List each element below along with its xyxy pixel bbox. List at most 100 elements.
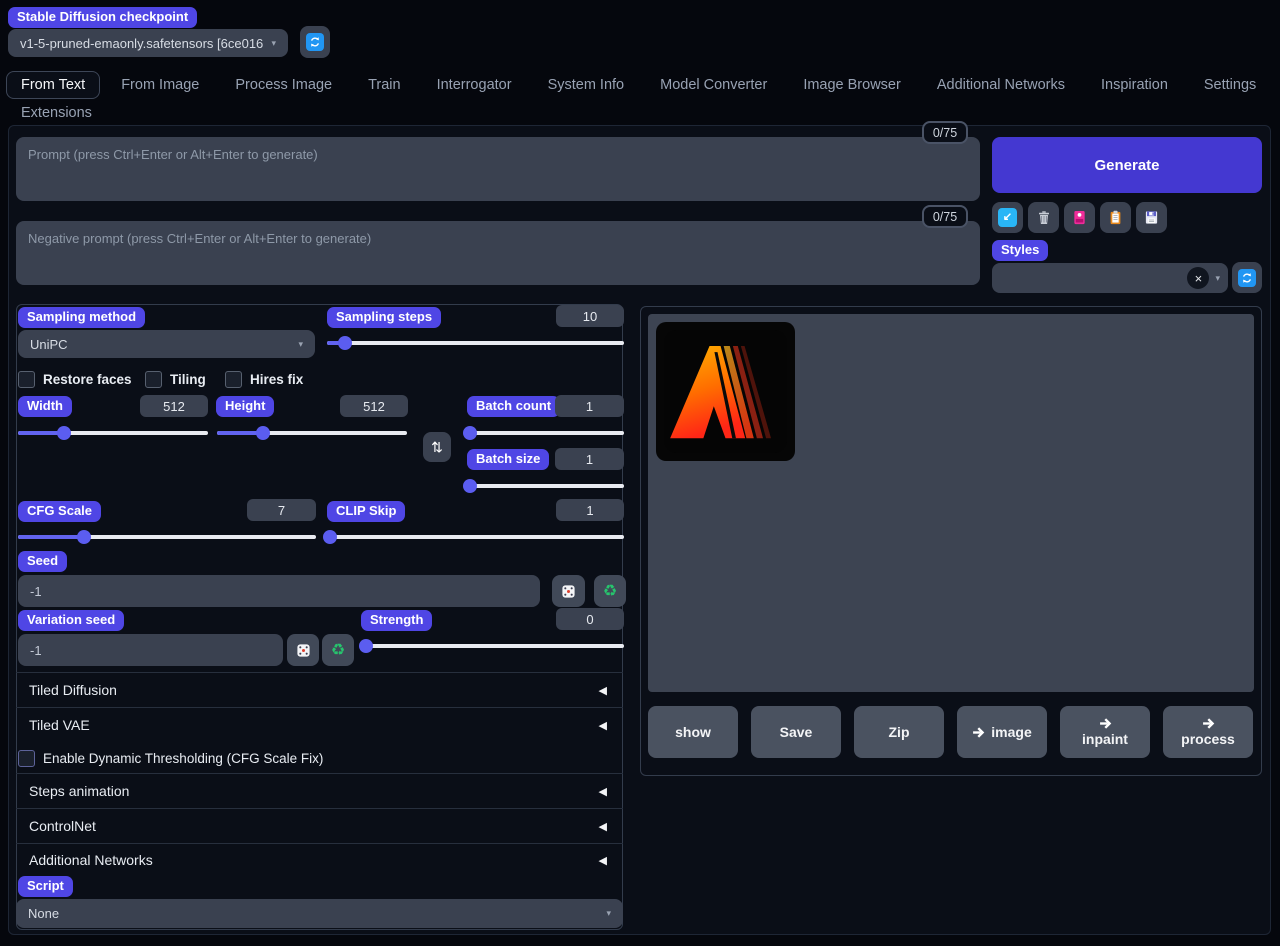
generated-image-logo [664, 330, 787, 453]
gallery-thumbnail[interactable] [656, 322, 795, 461]
chevron-down-icon: ▾ [298, 339, 303, 350]
strength-value[interactable]: 0 [556, 608, 624, 630]
slider-thumb[interactable] [463, 479, 477, 493]
tab-train[interactable]: Train [353, 71, 416, 99]
sampling-method-label: Sampling method [18, 307, 145, 328]
cfg-scale-value[interactable]: 7 [247, 499, 316, 521]
slider-thumb[interactable] [338, 336, 352, 350]
restore-faces-checkbox[interactable]: Restore faces [18, 371, 132, 388]
tab-system-info[interactable]: System Info [533, 71, 640, 99]
save-button[interactable]: Save [751, 706, 841, 758]
tab-settings[interactable]: Settings [1189, 71, 1271, 99]
batch-count-value[interactable]: 1 [555, 395, 624, 417]
dynamic-thresholding-checkbox[interactable]: Enable Dynamic Thresholding (CFG Scale F… [18, 750, 323, 767]
accordion-additional-networks[interactable]: Additional Networks ◀ [16, 843, 623, 876]
tab-image-browser[interactable]: Image Browser [788, 71, 916, 99]
apply-styles-button[interactable] [1100, 202, 1131, 233]
tab-from-image[interactable]: From Image [106, 71, 214, 99]
batch-count-slider[interactable] [467, 426, 624, 440]
clear-styles-icon[interactable]: × [1187, 267, 1209, 289]
slider-track [327, 341, 624, 345]
seed-label: Seed [18, 551, 67, 572]
styles-select[interactable]: × ▾ [992, 263, 1228, 293]
cfg-scale-slider[interactable] [18, 530, 316, 544]
seed-input[interactable] [18, 575, 540, 607]
checkpoint-select[interactable]: v1-5-pruned-emaonly.safetensors [6ce016 … [8, 29, 288, 57]
send-to-image-button[interactable]: image [957, 706, 1047, 758]
collapse-arrow-icon: ◀ [599, 785, 607, 798]
tab-extensions[interactable]: Extensions [6, 99, 107, 127]
cfg-scale-label: CFG Scale [18, 501, 101, 522]
arrow-right-icon [972, 727, 985, 738]
styles-refresh-button[interactable] [1232, 262, 1262, 293]
variation-seed-input[interactable] [18, 634, 283, 666]
slider-thumb[interactable] [256, 426, 270, 440]
reuse-seed-button[interactable]: ♻ [594, 575, 626, 607]
slider-thumb[interactable] [77, 530, 91, 544]
sampling-steps-value[interactable]: 10 [556, 305, 624, 327]
paste-generation-params-button[interactable]: ↙ [992, 202, 1023, 233]
slider-thumb[interactable] [463, 426, 477, 440]
tab-process-image[interactable]: Process Image [220, 71, 347, 99]
extra-networks-button[interactable] [1064, 202, 1095, 233]
slider-thumb[interactable] [359, 639, 373, 653]
accordion-label: Additional Networks [29, 852, 153, 868]
clear-prompt-button[interactable] [1028, 202, 1059, 233]
accordion-label: Tiled VAE [29, 717, 90, 733]
script-select[interactable]: None ▾ [16, 899, 623, 928]
sampling-steps-slider[interactable] [327, 336, 624, 350]
strength-slider[interactable] [361, 639, 624, 653]
refresh-icon [1238, 269, 1256, 287]
tiling-checkbox[interactable]: Tiling [145, 371, 206, 388]
tab-interrogator[interactable]: Interrogator [422, 71, 527, 99]
collapse-arrow-icon: ◀ [599, 820, 607, 833]
accordion-controlnet[interactable]: ControlNet ◀ [16, 808, 623, 843]
height-slider[interactable] [217, 426, 407, 440]
negative-prompt-input[interactable] [16, 221, 980, 285]
checkbox-icon[interactable] [225, 371, 242, 388]
random-seed-button[interactable] [552, 575, 585, 607]
batch-count-label: Batch count [467, 396, 560, 417]
tab-from-text[interactable]: From Text [6, 71, 100, 99]
strength-label: Strength [361, 610, 432, 631]
batch-size-slider[interactable] [467, 479, 624, 493]
arrow-right-icon [1202, 718, 1215, 729]
checkpoint-refresh-button[interactable] [300, 26, 330, 58]
tab-inspiration[interactable]: Inspiration [1086, 71, 1183, 99]
slider-thumb[interactable] [323, 530, 337, 544]
swap-width-height-button[interactable]: ⇅ [423, 432, 451, 462]
height-value[interactable]: 512 [340, 395, 408, 417]
generate-button[interactable]: Generate [992, 137, 1262, 193]
accordion-tiled-diffusion[interactable]: Tiled Diffusion ◀ [16, 672, 623, 707]
save-style-button[interactable] [1136, 202, 1167, 233]
random-variation-seed-button[interactable] [287, 634, 319, 666]
send-to-process-label: process [1181, 731, 1235, 747]
checkbox-icon[interactable] [145, 371, 162, 388]
width-slider[interactable] [18, 426, 208, 440]
send-to-image-label: image [991, 724, 1031, 740]
checkbox-icon[interactable] [18, 750, 35, 767]
hires-fix-checkbox[interactable]: Hires fix [225, 371, 303, 388]
swap-icon: ⇅ [431, 439, 443, 456]
zip-button[interactable]: Zip [854, 706, 944, 758]
prompt-input[interactable] [16, 137, 980, 201]
tab-model-converter[interactable]: Model Converter [645, 71, 782, 99]
batch-size-value[interactable]: 1 [555, 448, 624, 470]
send-to-inpaint-button[interactable]: inpaint [1060, 706, 1150, 758]
zip-button-label: Zip [889, 724, 910, 740]
clip-skip-slider[interactable] [327, 530, 624, 544]
clip-skip-value[interactable]: 1 [556, 499, 624, 521]
tab-additional-networks[interactable]: Additional Networks [922, 71, 1080, 99]
send-to-inpaint-label: inpaint [1082, 731, 1128, 747]
width-value[interactable]: 512 [140, 395, 208, 417]
sampling-method-select[interactable]: UniPC ▾ [18, 330, 315, 358]
accordion-steps-animation[interactable]: Steps animation ◀ [16, 773, 623, 808]
send-to-process-button[interactable]: process [1163, 706, 1253, 758]
save-button-label: Save [780, 724, 813, 740]
reuse-variation-seed-button[interactable]: ♻ [322, 634, 354, 666]
checkbox-icon[interactable] [18, 371, 35, 388]
slider-thumb[interactable] [57, 426, 71, 440]
show-button[interactable]: show [648, 706, 738, 758]
chevron-down-icon: ▾ [271, 38, 276, 49]
accordion-tiled-vae[interactable]: Tiled VAE ◀ [16, 707, 623, 742]
